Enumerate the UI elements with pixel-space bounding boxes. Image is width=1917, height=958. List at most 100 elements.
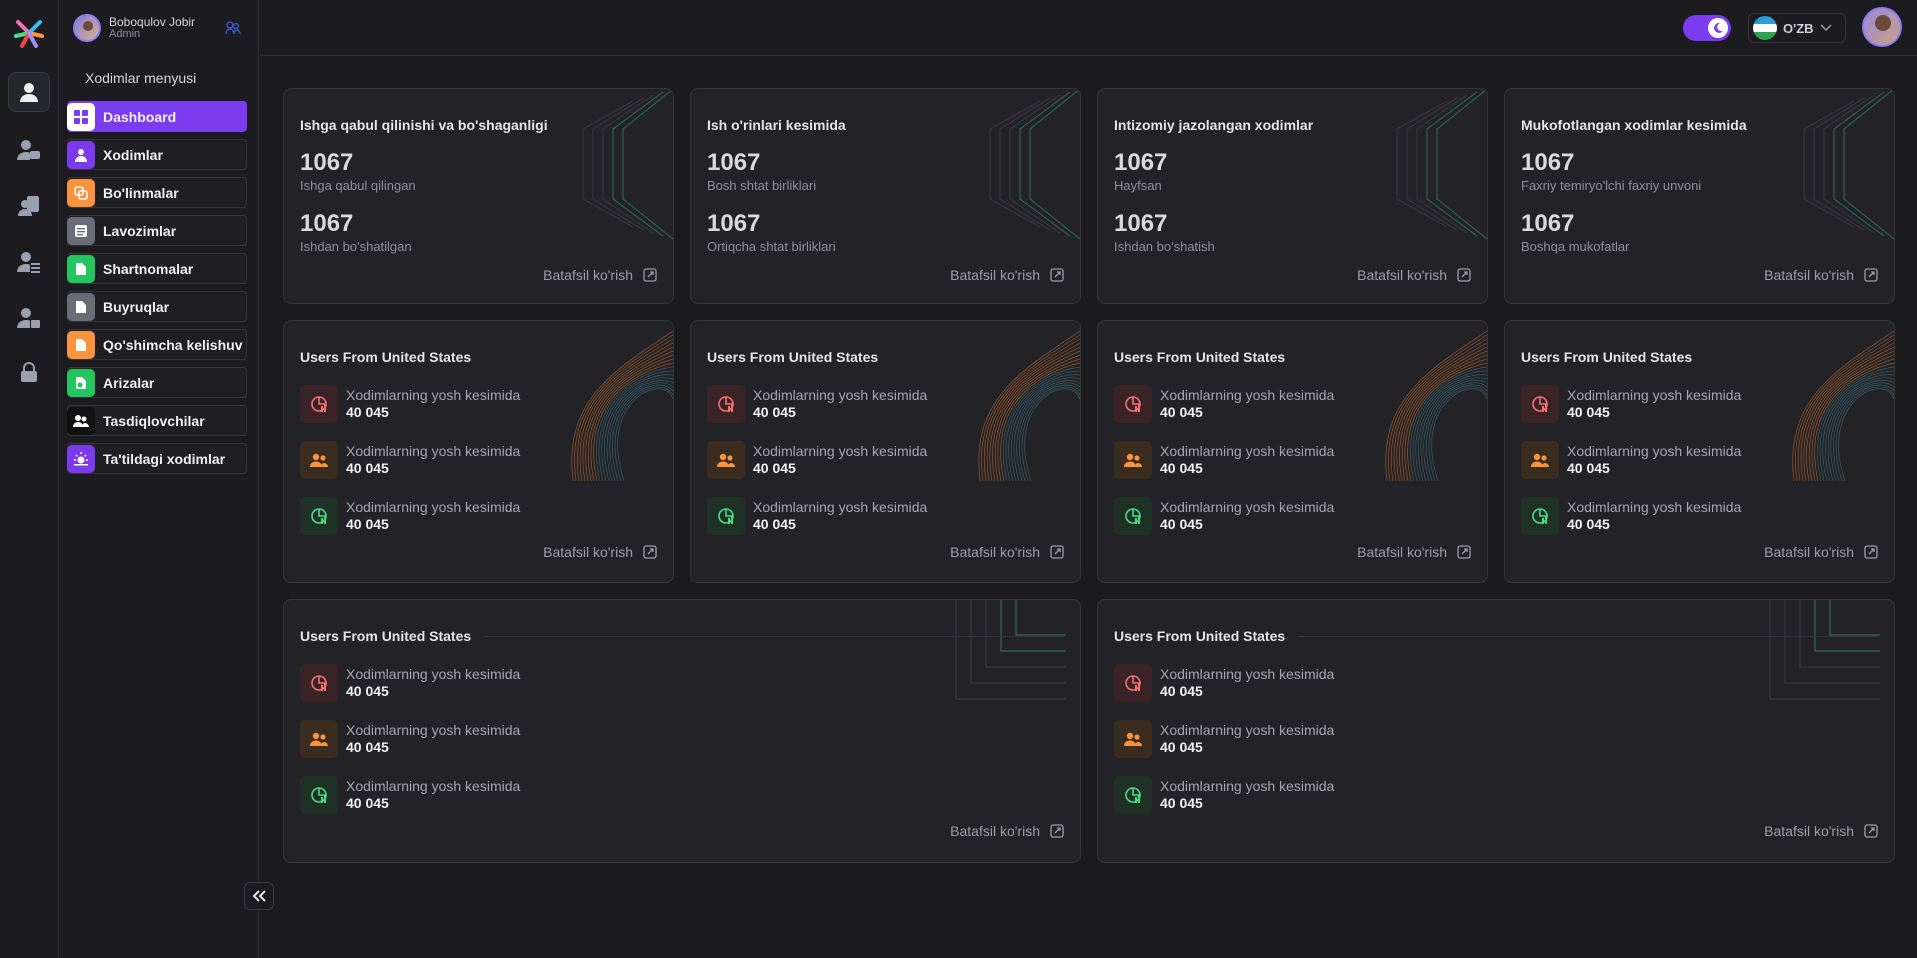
chart-pie-icon xyxy=(1532,396,1548,412)
stat-value: 1067 xyxy=(1521,149,1575,176)
expand-icon xyxy=(1050,268,1064,282)
card-decoration xyxy=(978,330,1080,481)
stat-block: 1067 Bosh shtat birliklari xyxy=(707,149,816,193)
rail-user-chat-button[interactable] xyxy=(8,130,50,170)
details-link-label: Batafsil ko'rish xyxy=(1357,267,1447,283)
list-item: Xodimlarning yosh kesimida 40 045 xyxy=(1521,497,1741,535)
details-link[interactable]: Batafsil ko'rish xyxy=(1764,267,1878,283)
stat-block: 1067 Ishdan bo'shatish xyxy=(1114,210,1215,254)
details-link[interactable]: Batafsil ko'rish xyxy=(950,823,1064,839)
details-link[interactable]: Batafsil ko'rish xyxy=(1357,544,1471,560)
expand-icon xyxy=(1050,545,1064,559)
card-decoration xyxy=(1396,89,1487,240)
app-logo[interactable] xyxy=(10,14,48,52)
card-title: Users From United States xyxy=(300,349,472,365)
rail-employee-button[interactable] xyxy=(8,72,50,112)
row-value: 40 045 xyxy=(346,460,389,476)
details-link[interactable]: Batafsil ko'rish xyxy=(950,267,1064,283)
sidebar-menu: Dashboard Xodimlar Bo'linmalar Lavozimla… xyxy=(67,101,247,481)
row-label: Xodimlarning yosh kesimida xyxy=(753,499,928,515)
stat-value: 1067 xyxy=(1114,210,1168,237)
profile-avatar[interactable] xyxy=(1862,7,1902,47)
details-link-label: Batafsil ko'rish xyxy=(1764,544,1854,560)
theme-toggle[interactable] xyxy=(1683,15,1731,41)
users-wide-card: Users From United States Xodimlarning yos… xyxy=(283,599,1081,863)
file-plus-icon xyxy=(67,330,95,359)
stat-label: Hayfsan xyxy=(1114,178,1162,193)
details-link-label: Batafsil ko'rish xyxy=(950,267,1040,283)
list-item: Xodimlarning yosh kesimida 40 045 xyxy=(1114,776,1334,814)
title-divider xyxy=(484,636,1064,637)
card-decoration xyxy=(955,600,1066,700)
row-value: 40 045 xyxy=(1567,460,1610,476)
language-label: O'ZB xyxy=(1783,20,1814,36)
rail-user-details-button[interactable] xyxy=(8,298,50,338)
sidebar-item-bolinmalar[interactable]: Bo'linmalar xyxy=(67,177,247,208)
row-icon-box xyxy=(300,385,338,423)
rail-lock-button[interactable] xyxy=(8,352,50,392)
stat-value: 1067 xyxy=(300,210,354,237)
row-label: Xodimlarning yosh kesimida xyxy=(1160,722,1335,738)
card-title: Ishga qabul qilinishi va bo'shaganligi xyxy=(300,117,548,133)
stat-card: Mukofotlangan xodimlar kesimida 1067 Faxri… xyxy=(1504,88,1895,304)
details-link-label: Batafsil ko'rish xyxy=(1764,267,1854,283)
sidebar-item-buyruqlar[interactable]: Buyruqlar xyxy=(67,291,247,322)
sidebar-item-arizalar[interactable]: Arizalar xyxy=(67,367,247,398)
row-label: Xodimlarning yosh kesimida xyxy=(1160,387,1335,403)
details-link[interactable]: Batafsil ko'rish xyxy=(950,544,1064,560)
collapse-sidebar-button[interactable] xyxy=(244,882,274,910)
rail-user-list-button[interactable] xyxy=(8,242,50,282)
avatar xyxy=(73,14,101,42)
card-decoration xyxy=(1792,330,1894,481)
row-value: 40 045 xyxy=(346,516,389,532)
switch-user-icon[interactable] xyxy=(225,20,241,36)
sidebar-item-dashboard[interactable]: Dashboard xyxy=(67,101,247,132)
stat-value: 1067 xyxy=(707,149,761,176)
sidebar-item-shartnomalar[interactable]: Shartnomalar xyxy=(67,253,247,284)
expand-icon xyxy=(1864,545,1878,559)
card-title: Intizomiy jazolangan xodimlar xyxy=(1114,117,1314,133)
users-icon xyxy=(310,453,328,467)
sidebar-item-lavozimlar[interactable]: Lavozimlar xyxy=(67,215,247,246)
user-profile[interactable]: Boboqulov Jobir Admin xyxy=(73,14,195,42)
details-link[interactable]: Batafsil ko'rish xyxy=(1764,823,1878,839)
row-label: Xodimlarning yosh kesimida xyxy=(1567,387,1742,403)
row-icon-box xyxy=(707,385,745,423)
moon-icon xyxy=(1714,22,1723,33)
row-icon-box xyxy=(1114,720,1152,758)
chart-pie-icon xyxy=(718,508,734,524)
row-label: Xodimlarning yosh kesimida xyxy=(346,443,521,459)
sidebar-item-qoshimcha-kelishuv[interactable]: Qo'shimcha kelishuv xyxy=(67,329,247,360)
row-icon-box xyxy=(1114,441,1152,479)
details-link[interactable]: Batafsil ko'rish xyxy=(543,544,657,560)
expand-icon xyxy=(1457,268,1471,282)
stat-block: 1067 Ishga qabul qilingan xyxy=(300,149,416,193)
sidebar-item-label: Shartnomalar xyxy=(103,260,194,277)
list-item: Xodimlarning yosh kesimida 40 045 xyxy=(707,497,927,535)
language-selector[interactable]: O'ZB xyxy=(1748,13,1846,43)
sidebar-item-xodimlar[interactable]: Xodimlar xyxy=(67,139,247,170)
row-icon-box xyxy=(707,497,745,535)
details-link[interactable]: Batafsil ko'rish xyxy=(543,267,657,283)
card-title: Users From United States xyxy=(1521,349,1693,365)
row-label: Xodimlarning yosh kesimida xyxy=(1567,443,1742,459)
rail-documents-button[interactable] xyxy=(8,186,50,226)
row-value: 40 045 xyxy=(1160,795,1203,811)
stat-label: Faxriy temiryo'lchi faxriy unvoni xyxy=(1521,178,1702,193)
user-icon xyxy=(67,140,95,169)
sidebar-item-tatildagi-xodimlar[interactable]: Ta'tildagi xodimlar xyxy=(67,443,247,474)
sidebar-item-label: Bo'linmalar xyxy=(103,184,179,201)
row-icon-box xyxy=(1521,497,1559,535)
list-item: Xodimlarning yosh kesimida 40 045 xyxy=(300,441,520,479)
list-item: Xodimlarning yosh kesimida 40 045 xyxy=(1114,385,1334,423)
list-item: Xodimlarning yosh kesimida 40 045 xyxy=(1521,385,1741,423)
row-label: Xodimlarning yosh kesimida xyxy=(346,387,521,403)
lock-icon xyxy=(21,362,37,382)
row-label: Xodimlarning yosh kesimida xyxy=(346,778,521,794)
sidebar-item-tasdiqlovchilar[interactable]: Tasdiqlovchilar xyxy=(67,405,247,436)
list-item: Xodimlarning yosh kesimida 40 045 xyxy=(707,441,927,479)
user-document-icon xyxy=(18,196,39,216)
stat-block: 1067 Ishdan bo'shatilgan xyxy=(300,210,412,254)
details-link[interactable]: Batafsil ko'rish xyxy=(1357,267,1471,283)
details-link[interactable]: Batafsil ko'rish xyxy=(1764,544,1878,560)
